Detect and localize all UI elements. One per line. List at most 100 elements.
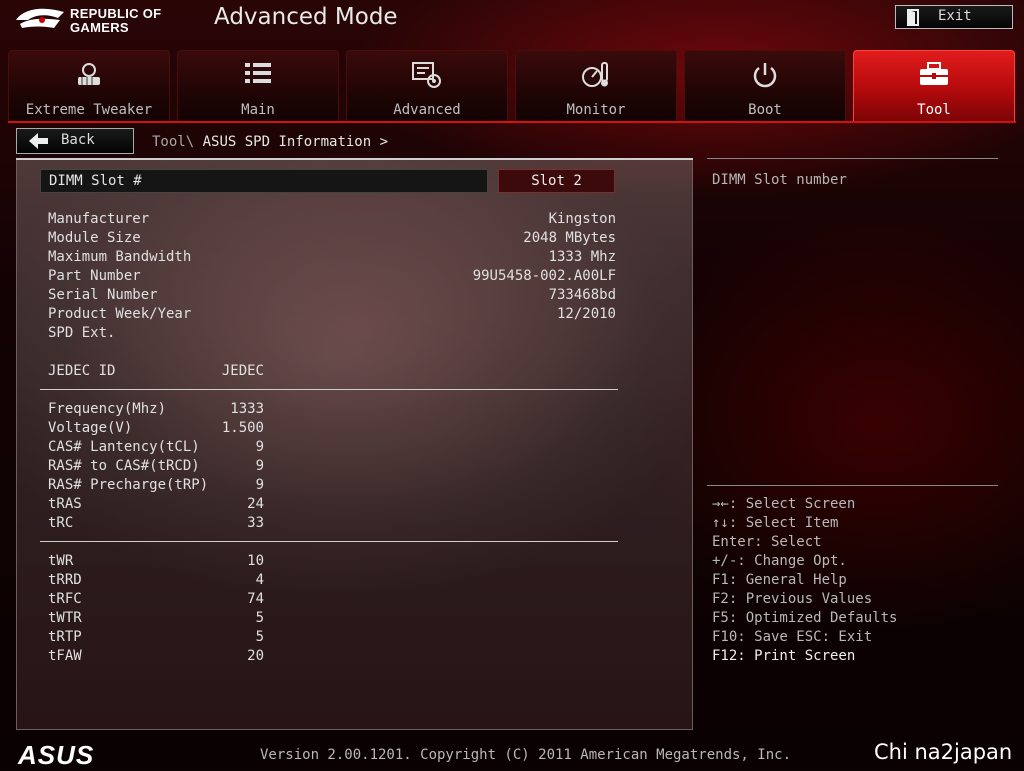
back-button[interactable]: Back [16, 128, 134, 154]
tweaker-icon [78, 63, 100, 85]
asus-logo: ASUS [18, 740, 95, 770]
info-row-part-number: Part Number 99U5458-002.A00LF [48, 268, 616, 287]
exit-label: Exit [938, 8, 972, 24]
tab-boot[interactable]: Boot [684, 50, 846, 122]
hotkey-select-screen: →←: Select Screen [712, 496, 856, 512]
timing-row: tRRD 4 [48, 572, 264, 591]
jedec-id-label: JEDEC ID [48, 363, 116, 379]
info-value: 2048 MBytes [523, 230, 616, 246]
info-value: 1333 Mhz [548, 249, 616, 265]
timing-row: tRAS 24 [48, 496, 264, 515]
tab-tool[interactable]: Tool [853, 50, 1015, 122]
timing-label: tWR [48, 553, 74, 569]
timing-row: Voltage(V) 1.500 [48, 420, 264, 439]
jedec-header-row: JEDEC ID JEDEC [48, 363, 264, 382]
hotkey-f1: F1: General Help [712, 572, 847, 588]
timing-value: 24 [247, 496, 264, 512]
rog-eye-icon [16, 8, 64, 28]
hotkey-change-opt: +/-: Change Opt. [712, 553, 847, 569]
tab-underline [8, 121, 1016, 123]
info-label: Product Week/Year [48, 306, 192, 322]
divider [40, 541, 618, 542]
info-label: Maximum Bandwidth [48, 249, 192, 265]
hotkey-select-item: ↑↓: Select Item [712, 515, 839, 531]
tab-advanced[interactable]: Advanced [346, 50, 508, 122]
hotkey-f2: F2: Previous Values [712, 591, 873, 607]
timing-row: tFAW 20 [48, 648, 264, 667]
timing-row: RAS# to CAS#(tRCD) 9 [48, 458, 264, 477]
tab-main[interactable]: Main [177, 50, 339, 122]
timing-label: CAS# Lantency(tCL) [48, 439, 200, 455]
info-label: Manufacturer [48, 211, 150, 227]
timing-value: 4 [255, 572, 264, 588]
list-icon [245, 63, 271, 83]
help-divider-mid [707, 485, 998, 486]
timing-label: tFAW [48, 648, 82, 664]
dimm-slot-label[interactable]: DIMM Slot # [40, 169, 488, 193]
timing-value: 1.500 [221, 420, 264, 436]
info-label: Module Size [48, 230, 141, 246]
exit-button[interactable]: Exit [895, 5, 1013, 29]
info-row-manufacturer: Manufacturer Kingston [48, 211, 616, 230]
timing-value: 10 [247, 553, 264, 569]
back-arrow-icon [29, 133, 48, 149]
breadcrumb-parent[interactable]: Tool\ [152, 134, 194, 150]
timing-row: tRC 33 [48, 515, 264, 534]
info-row-product-week-year: Product Week/Year 12/2010 [48, 306, 616, 325]
advanced-settings-icon [412, 62, 441, 88]
timing-value: 9 [255, 439, 264, 455]
info-label: Part Number [48, 268, 141, 284]
help-description: DIMM Slot number [712, 172, 847, 188]
timing-row: tWTR 5 [48, 610, 264, 629]
timing-label: tRC [48, 515, 74, 531]
info-row-max-bandwidth: Maximum Bandwidth 1333 Mhz [48, 249, 616, 268]
page-title: Advanced Mode [214, 4, 398, 30]
info-value: 99U5458-002.A00LF [472, 268, 616, 284]
timing-value: 5 [255, 610, 264, 626]
monitor-gauge-icon [582, 62, 608, 87]
hotkey-f12: F12: Print Screen [712, 648, 856, 664]
power-icon [753, 63, 777, 88]
rog-logo: REPUBLIC OF GAMERS [14, 4, 204, 36]
hotkey-f10-esc: F10: Save ESC: Exit [712, 629, 873, 645]
timing-row: tWR 10 [48, 553, 264, 572]
timing-label: tRAS [48, 496, 82, 512]
dimm-slot-select[interactable]: Slot 2 [498, 169, 615, 193]
timing-value: 74 [247, 591, 264, 607]
breadcrumb-current: ASUS SPD Information > [202, 134, 389, 150]
timing-value: 9 [255, 477, 264, 493]
timing-row: CAS# Lantency(tCL) 9 [48, 439, 264, 458]
exit-door-icon [907, 9, 919, 26]
help-divider-top [707, 158, 998, 159]
timing-row: RAS# Precharge(tRP) 9 [48, 477, 264, 496]
watermark: Chi na2japan [874, 740, 1013, 764]
timing-value: 5 [255, 629, 264, 645]
info-value: Kingston [548, 211, 616, 227]
tab-extreme-tweaker[interactable]: Extreme Tweaker [8, 50, 170, 122]
toolbox-icon [920, 62, 948, 85]
tab-label: Tool [917, 102, 951, 118]
timing-value: 1333 [230, 401, 264, 417]
jedec-id-value: JEDEC [221, 363, 264, 379]
hotkey-enter: Enter: Select [712, 534, 822, 550]
back-label: Back [61, 132, 95, 148]
info-row-serial-number: Serial Number 733468bd [48, 287, 616, 306]
hotkey-f5: F5: Optimized Defaults [712, 610, 898, 626]
divider [40, 389, 618, 390]
timing-value: 33 [247, 515, 264, 531]
tab-label: Boot [748, 102, 782, 118]
timing-label: tRFC [48, 591, 82, 607]
tab-label: Advanced [393, 102, 461, 118]
timing-label: tRRD [48, 572, 82, 588]
brand-line-1: REPUBLIC OF [70, 6, 162, 21]
info-value: 733468bd [548, 287, 616, 303]
tab-label: Extreme Tweaker [25, 102, 153, 118]
timing-label: tRTP [48, 629, 82, 645]
timing-row: tRFC 74 [48, 591, 264, 610]
timing-label: tWTR [48, 610, 82, 626]
panel-top-border [16, 158, 693, 160]
timing-row: tRTP 5 [48, 629, 264, 648]
timing-label: Frequency(Mhz) [48, 401, 167, 417]
tab-monitor[interactable]: Monitor [515, 50, 677, 122]
tab-label: Main [241, 102, 275, 118]
